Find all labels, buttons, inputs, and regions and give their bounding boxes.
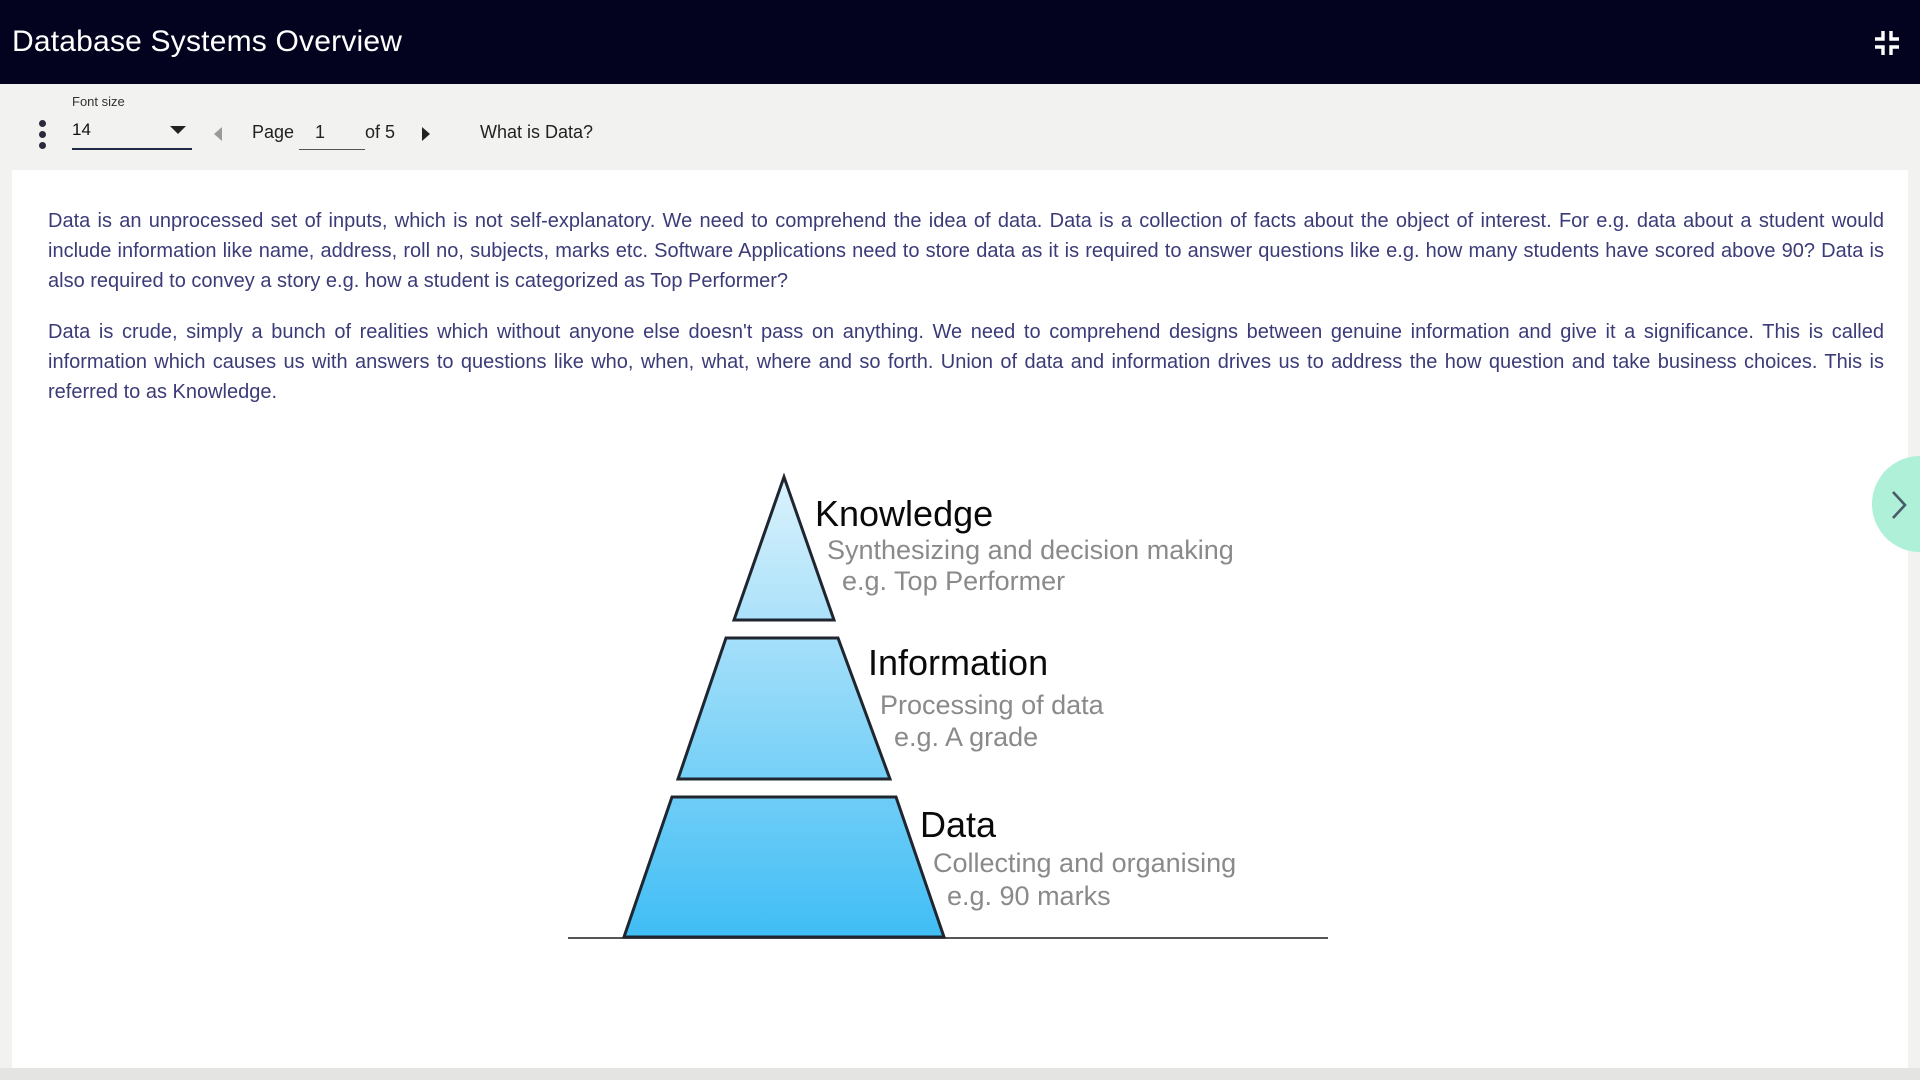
chevron-down-icon xyxy=(170,126,186,134)
tier-example: e.g. A grade xyxy=(894,722,1038,752)
app-header: Database Systems Overview xyxy=(0,0,1920,84)
tier-title: Information xyxy=(868,642,1048,683)
pyramid-tier-data xyxy=(621,795,947,939)
font-size-label: Font size xyxy=(72,94,125,109)
tier-title: Knowledge xyxy=(815,493,993,534)
page-label: Page xyxy=(252,122,295,142)
page-total: of 5 xyxy=(365,122,396,142)
chevron-right-icon xyxy=(1892,491,1907,519)
more-options-icon[interactable] xyxy=(32,120,52,154)
tier-description: Processing of data xyxy=(880,690,1105,720)
tier-description: Collecting and organising xyxy=(933,848,1236,878)
page-title: Database Systems Overview xyxy=(12,25,403,58)
tier-example: e.g. 90 marks xyxy=(947,881,1111,911)
tier-example: e.g. Top Performer xyxy=(842,566,1065,596)
next-page-icon[interactable] xyxy=(422,127,430,141)
content-panel: Data is an unprocessed set of inputs, wh… xyxy=(12,170,1908,1068)
font-size-select[interactable]: 14 xyxy=(72,116,192,150)
tier-title: Data xyxy=(920,804,997,845)
dikw-pyramid-diagram: Knowledge Synthesizing and decision maki… xyxy=(568,472,1328,939)
fullscreen-exit-icon[interactable] xyxy=(1872,28,1902,58)
tier-description: Synthesizing and decision making xyxy=(827,535,1234,565)
page-number-input[interactable] xyxy=(299,116,365,150)
viewer-toolbar: Font size 14 Page of 5 What is Data? xyxy=(0,84,1920,170)
pyramid-tier-information xyxy=(675,636,893,781)
font-size-value: 14 xyxy=(72,120,91,139)
bottom-bar xyxy=(0,1068,1920,1080)
previous-page-icon[interactable] xyxy=(214,127,222,141)
section-title: What is Data? xyxy=(480,122,594,142)
